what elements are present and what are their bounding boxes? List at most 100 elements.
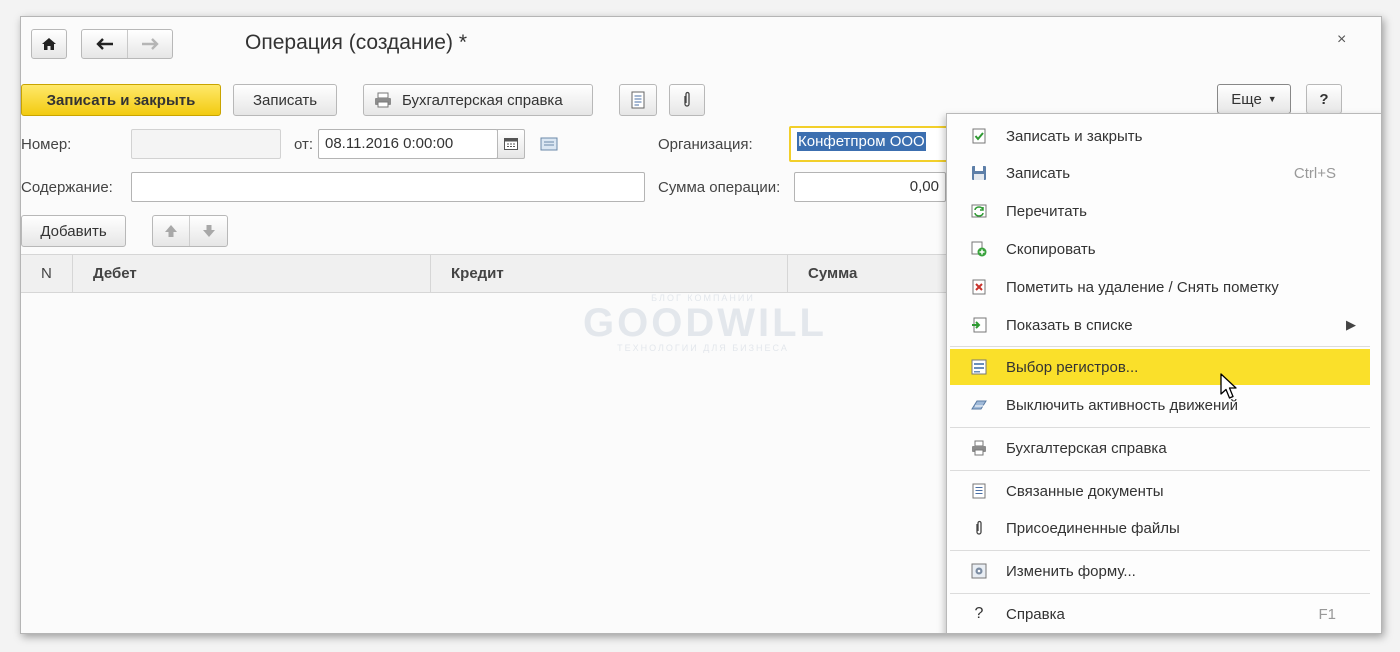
show-in-list-icon: [972, 317, 987, 333]
form-settings-icon: [971, 563, 987, 579]
document-icon: [631, 91, 645, 109]
operation-sum-label: Сумма операции:: [658, 179, 781, 196]
arrow-right-icon: [142, 38, 159, 50]
attached-files-button[interactable]: [669, 84, 705, 116]
mouse-cursor-icon: [1220, 373, 1237, 399]
number-label: Номер:: [21, 136, 72, 153]
save-and-close-button[interactable]: Записать и закрыть: [21, 84, 221, 116]
save-button[interactable]: Записать: [233, 84, 337, 116]
printer-icon: [972, 440, 986, 456]
menu-item-shortcut: F1: [1318, 605, 1336, 623]
arrow-left-icon: [95, 38, 113, 50]
back-button[interactable]: [82, 30, 128, 58]
menu-item-label: Выключить активность движений: [1006, 396, 1239, 414]
content-field[interactable]: [131, 172, 645, 202]
home-button[interactable]: [31, 29, 67, 59]
content-label: Содержание:: [21, 179, 113, 196]
chevron-down-icon: ▼: [1267, 94, 1277, 104]
menu-item-shortcut: Ctrl+S: [1293, 164, 1336, 182]
home-icon: [42, 38, 56, 50]
reread-icon: [971, 204, 987, 218]
menu-item-label: Изменить форму...: [1006, 562, 1136, 580]
more-menu: Записать и закрыть Записать Ctrl+S Переч…: [946, 113, 1381, 633]
calendar-icon: [504, 138, 518, 150]
watermark-main: GOODWILL: [583, 301, 827, 345]
menu-separator: [950, 550, 1370, 551]
column-credit[interactable]: Кредит: [431, 255, 788, 292]
menu-separator: [950, 470, 1370, 471]
organization-label: Организация:: [658, 136, 753, 153]
related-docs-icon: [972, 483, 986, 499]
menu-item-related-documents[interactable]: Связанные документы: [950, 473, 1370, 509]
related-documents-button[interactable]: [619, 84, 657, 116]
organization-field[interactable]: Конфетпром ООО: [789, 126, 949, 162]
accounting-report-label: Бухгалтерская справка: [402, 91, 563, 109]
arrow-up-icon: [165, 225, 177, 237]
menu-item-label: Пометить на удаление / Снять пометку: [1006, 278, 1279, 296]
menu-item-label: Присоединенные файлы: [1006, 519, 1180, 537]
paperclip-icon: [684, 91, 690, 107]
more-label: Еще: [1231, 90, 1262, 108]
close-button[interactable]: ×: [1337, 31, 1346, 49]
menu-item-help[interactable]: ? Справка F1: [950, 596, 1370, 632]
arrow-down-icon: [202, 225, 215, 237]
history-nav-group: [81, 29, 173, 59]
menu-item-save[interactable]: Записать Ctrl+S: [950, 155, 1370, 191]
menu-item-label: Скопировать: [1006, 240, 1096, 258]
column-n[interactable]: N: [21, 255, 73, 292]
add-row-button[interactable]: Добавить: [21, 215, 126, 247]
submenu-arrow-icon: ▶: [1346, 317, 1356, 332]
watermark-bottom: ТЕХНОЛОГИИ ДЛЯ БИЗНЕСА: [617, 343, 789, 353]
date-label: от:: [294, 136, 314, 153]
menu-item-label: Перечитать: [1006, 202, 1087, 220]
operation-window: Операция (создание) * × Записать и закры…: [20, 16, 1382, 634]
menu-item-label: Записать и закрыть: [1006, 127, 1143, 145]
menu-item-change-form[interactable]: Изменить форму...: [950, 553, 1370, 589]
operation-sum-field[interactable]: 0,00: [794, 172, 946, 202]
menu-separator: [950, 427, 1370, 428]
help-button[interactable]: ?: [1306, 84, 1342, 114]
menu-item-label: Бухгалтерская справка: [1006, 439, 1167, 457]
move-up-button[interactable]: [153, 216, 190, 246]
registers-icon: [971, 359, 987, 375]
window-title: Операция (создание) *: [245, 31, 467, 54]
menu-item-attached-files[interactable]: Присоединенные файлы: [950, 510, 1370, 546]
forward-button[interactable]: [128, 30, 172, 58]
date-field[interactable]: 08.11.2016 0:00:00: [318, 129, 498, 159]
number-field[interactable]: [131, 129, 281, 159]
watermark: БЛОГ КОМПАНИИ GOODWILL ТЕХНОЛОГИИ ДЛЯ БИ…: [583, 293, 827, 353]
delete-mark-icon: [972, 279, 986, 295]
copy-icon: [971, 241, 987, 257]
menu-item-select-registers[interactable]: Выбор регистров...: [950, 349, 1370, 385]
menu-item-disable-movements[interactable]: Выключить активность движений: [950, 387, 1370, 423]
disable-movements-icon: [971, 400, 987, 410]
paperclip-icon: [976, 520, 982, 535]
menu-item-accounting-report[interactable]: Бухгалтерская справка: [950, 430, 1370, 466]
menu-separator: [950, 346, 1370, 347]
menu-item-label: Показать в списке: [1006, 316, 1133, 334]
more-button[interactable]: Еще ▼: [1217, 84, 1291, 114]
menu-item-save-close[interactable]: Записать и закрыть: [950, 118, 1370, 154]
table-header: N Дебет Кредит Сумма: [21, 254, 951, 293]
accounting-report-button[interactable]: Бухгалтерская справка: [363, 84, 593, 116]
menu-item-show-in-list[interactable]: Показать в списке ▶: [950, 307, 1370, 343]
menu-item-reread[interactable]: Перечитать: [950, 193, 1370, 229]
printer-icon: [375, 92, 391, 108]
number-history-icon[interactable]: [540, 137, 558, 151]
move-buttons-group: [152, 215, 228, 247]
menu-item-label: Записать: [1006, 164, 1071, 182]
column-sum[interactable]: Сумма: [788, 255, 951, 292]
menu-item-label: Справка: [1006, 605, 1065, 623]
menu-item-label: Выбор регистров...: [1006, 358, 1139, 376]
watermark-top: БЛОГ КОМПАНИИ: [651, 293, 755, 303]
calendar-button[interactable]: [497, 129, 525, 159]
menu-item-mark-delete[interactable]: Пометить на удаление / Снять пометку: [950, 269, 1370, 305]
save-close-icon: [972, 128, 986, 144]
floppy-disk-icon: [972, 166, 986, 180]
menu-separator: [950, 593, 1370, 594]
menu-item-copy[interactable]: Скопировать: [950, 231, 1370, 267]
organization-value: Конфетпром ООО: [797, 132, 926, 151]
move-down-button[interactable]: [190, 216, 227, 246]
menu-item-label: Связанные документы: [1006, 482, 1164, 500]
column-debit[interactable]: Дебет: [73, 255, 431, 292]
